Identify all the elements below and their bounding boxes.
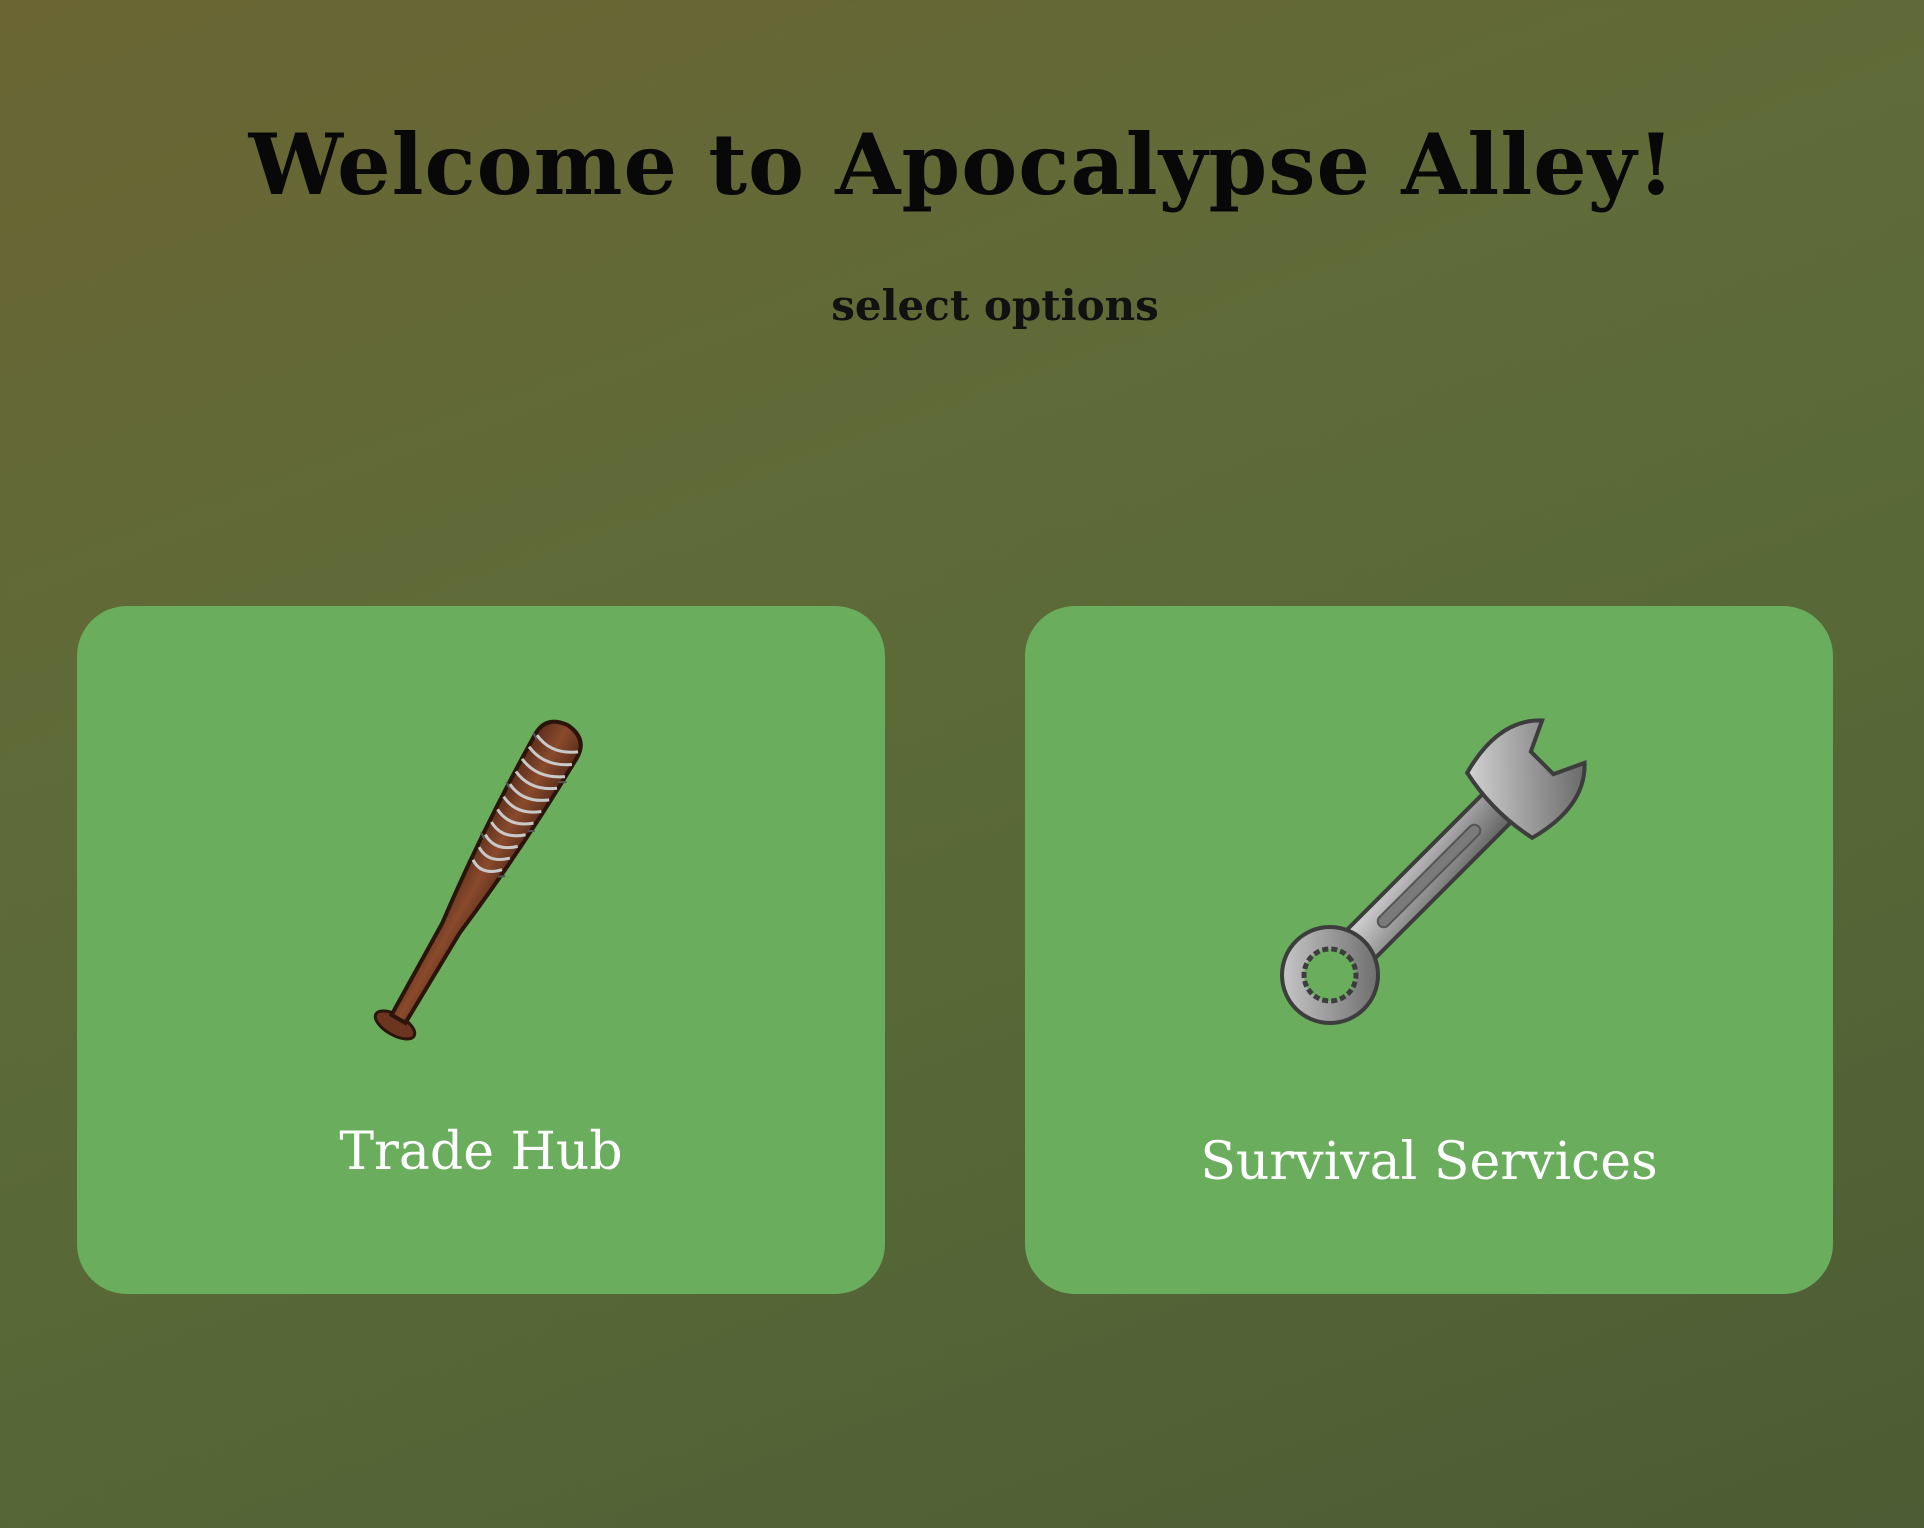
page-subtitle: select options (831, 281, 1159, 330)
baseball-bat-icon (77, 696, 885, 1056)
survival-services-label: Survival Services (1200, 1132, 1658, 1192)
trade-hub-card[interactable]: Trade Hub (77, 606, 885, 1294)
page-title: Welcome to Apocalypse Alley! (248, 115, 1676, 214)
wrench-icon (1025, 696, 1833, 1056)
survival-services-card[interactable]: Survival Services (1025, 606, 1833, 1294)
trade-hub-label: Trade Hub (339, 1122, 623, 1182)
